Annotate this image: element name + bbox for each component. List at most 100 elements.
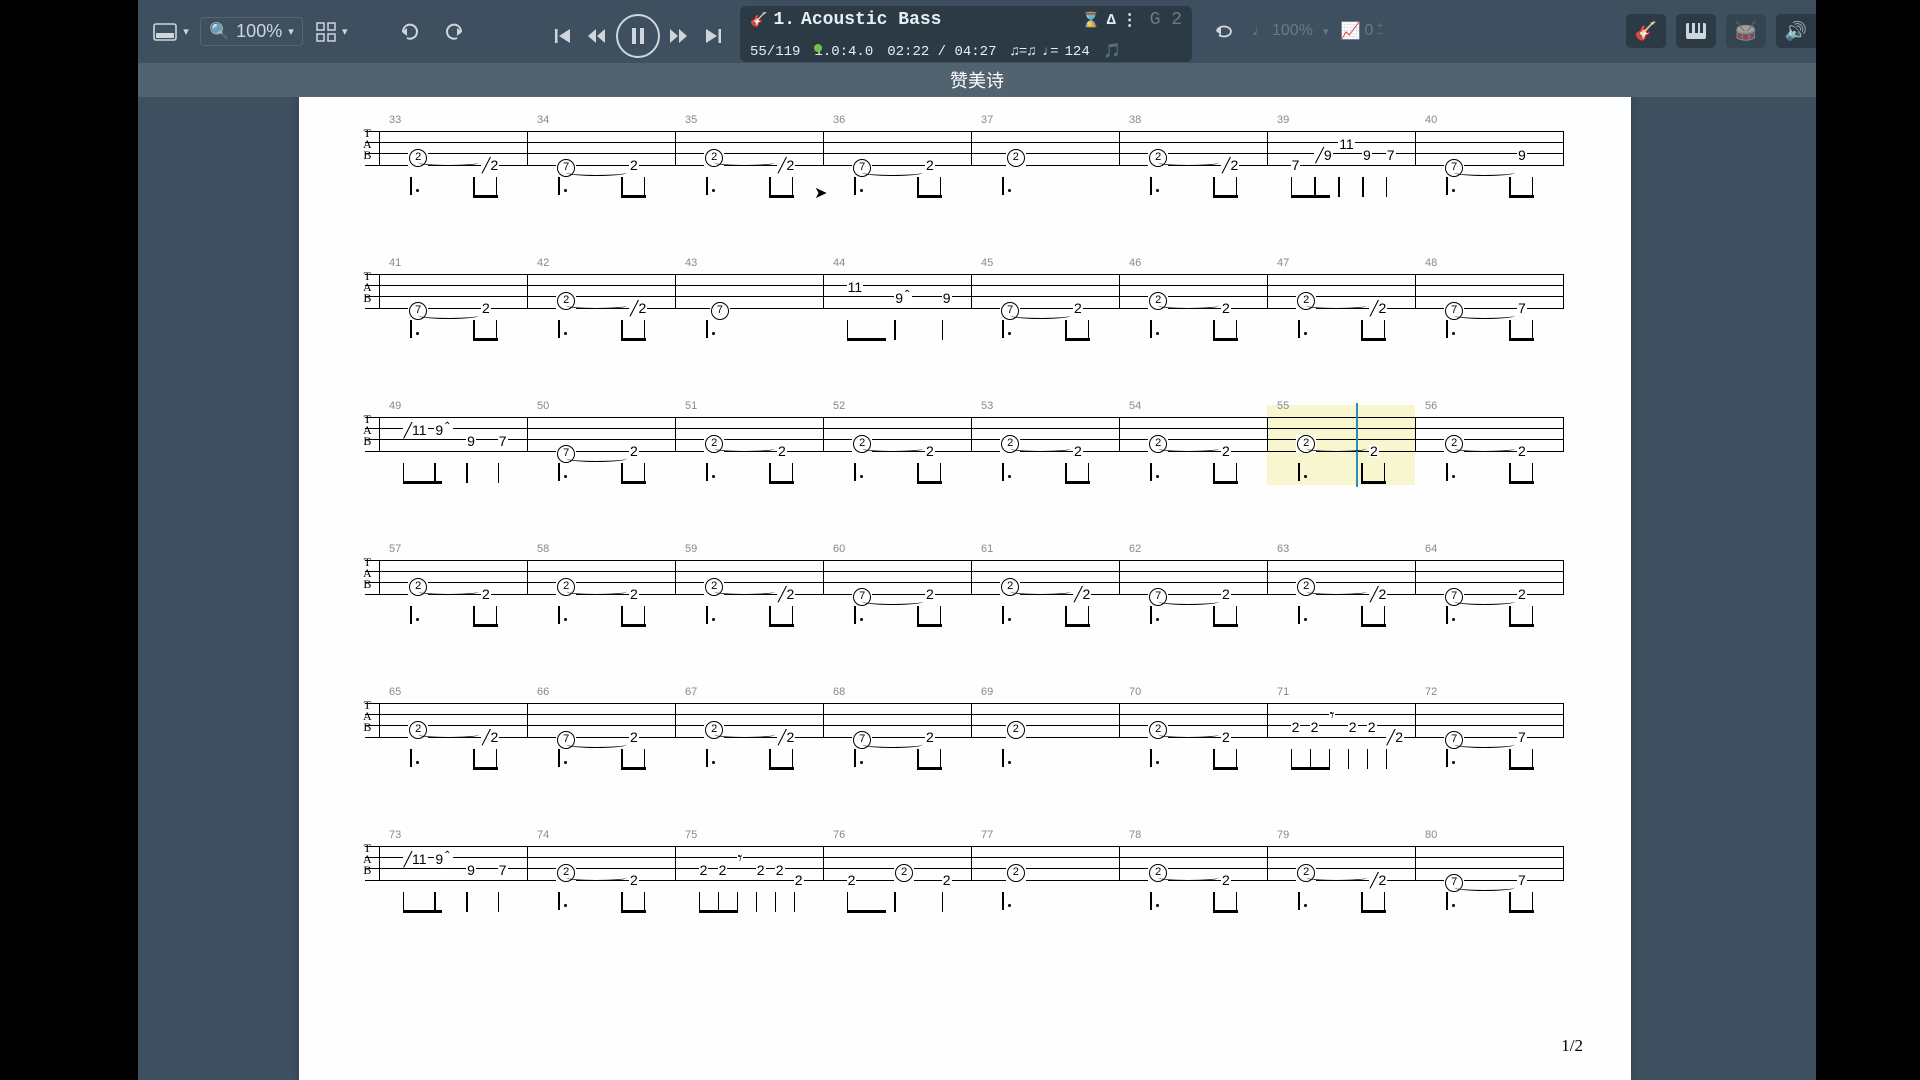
tab-note[interactable]: ╱11 <box>403 853 428 865</box>
tab-note[interactable]: 9 <box>466 864 476 876</box>
tab-note[interactable]: ╱2 <box>1369 874 1387 886</box>
tab-note[interactable]: 2 <box>1221 445 1231 457</box>
sheet-area[interactable]: ➤ 1/2 TAB332╱23472352╱23672372382╱2397╱9… <box>138 97 1816 1080</box>
tab-note[interactable]: 11 <box>1338 138 1355 150</box>
countin-icon[interactable]: ⌛ <box>1082 11 1101 30</box>
tab-note[interactable]: 7 <box>498 435 508 447</box>
pause-button[interactable] <box>616 14 660 58</box>
tab-note[interactable]: 9 <box>1362 149 1372 161</box>
skip-end-button[interactable] <box>698 21 728 51</box>
drums-button[interactable]: 🥁 <box>1726 14 1766 48</box>
staff-system: TAB4172422╱243744119⌃945724622472╱24877 <box>365 274 1563 309</box>
tuning-fork-icon[interactable]: 🎵 <box>1104 43 1121 60</box>
grid-button[interactable]: ▾ <box>317 17 347 47</box>
tab-note[interactable]: 7 <box>1517 302 1527 314</box>
tab-note[interactable]: 2 <box>1291 721 1301 733</box>
tab-note[interactable]: 2 <box>925 445 935 457</box>
loop-button[interactable] <box>1210 16 1240 46</box>
tab-note[interactable]: 9 <box>1517 149 1527 161</box>
tab-note[interactable]: 9⌃ <box>434 424 452 439</box>
tab-note[interactable]: ╱2 <box>777 588 795 600</box>
tab-note[interactable]: 9⌃ <box>434 853 452 868</box>
tab-note[interactable]: ╱11 <box>403 424 428 436</box>
tab-clef: TAB <box>363 557 372 590</box>
tab-note[interactable]: ╱2 <box>1369 302 1387 314</box>
tab-note[interactable]: 2 <box>629 731 639 743</box>
keyboard-button[interactable] <box>1676 14 1716 48</box>
fretboard-button[interactable]: 🎸 <box>1626 14 1666 48</box>
measure-number: 35 <box>685 114 697 126</box>
tab-note[interactable]: ╱2 <box>1073 588 1091 600</box>
tab-note[interactable]: 7 <box>1291 159 1301 171</box>
tab-note[interactable]: 2 <box>847 874 857 886</box>
zoom-control[interactable]: 🔍100%▾ <box>200 17 303 46</box>
tab-note[interactable]: 2 <box>1221 874 1231 886</box>
tab-note[interactable]: ╱9 <box>1314 149 1332 161</box>
transpose-control[interactable]: 📈0+− <box>1340 21 1383 41</box>
tab-note[interactable]: 2 <box>1348 721 1358 733</box>
tab-note[interactable]: 9⌃ <box>894 292 912 307</box>
tab-note[interactable]: 2 <box>629 874 639 886</box>
tab-note[interactable]: 2 <box>1369 445 1379 457</box>
tab-note[interactable]: 7 <box>710 302 730 320</box>
tab-note[interactable]: ╱2 <box>1369 588 1387 600</box>
measure-number: 54 <box>1129 400 1141 412</box>
rewind-button[interactable] <box>582 21 612 51</box>
tab-note[interactable]: 2 <box>1221 302 1231 314</box>
tab-note[interactable]: ╱2 <box>629 302 647 314</box>
tab-note[interactable]: 2 <box>629 445 639 457</box>
tab-note[interactable]: 2 <box>718 864 728 876</box>
tab-note[interactable]: 2 <box>481 588 491 600</box>
tab-note[interactable]: ╱2 <box>1221 159 1239 171</box>
tab-note[interactable]: 2 <box>1221 731 1231 743</box>
tab-note[interactable]: ╱2 <box>777 731 795 743</box>
tab-note[interactable]: 2 <box>756 864 766 876</box>
tab-note[interactable]: 2 <box>1517 588 1527 600</box>
tab-note[interactable]: 2 <box>1006 864 1026 882</box>
forward-button[interactable] <box>664 21 694 51</box>
redo-button[interactable] <box>439 17 469 47</box>
tab-note[interactable]: 2 <box>1310 721 1320 733</box>
tab-note[interactable]: ╱2 <box>481 159 499 171</box>
audio-button[interactable]: 🔊 <box>1776 14 1816 48</box>
tab-note[interactable]: 7 <box>1386 149 1396 161</box>
measure-number: 37 <box>981 114 993 126</box>
undo-button[interactable] <box>395 17 425 47</box>
tab-note[interactable]: 11 <box>847 281 864 293</box>
tab-note[interactable]: 2 <box>1073 302 1083 314</box>
tab-note[interactable]: ╱2 <box>1386 731 1404 743</box>
measure-number: 50 <box>537 400 549 412</box>
tab-note[interactable]: 2 <box>775 864 785 876</box>
skip-start-button[interactable] <box>548 21 578 51</box>
tab-note[interactable]: 2 <box>1006 721 1026 739</box>
tab-note[interactable]: 2 <box>794 874 804 886</box>
measure-number: 39 <box>1277 114 1289 126</box>
tab-note[interactable]: ╱2 <box>777 159 795 171</box>
tab-note[interactable]: 2 <box>629 159 639 171</box>
tab-note[interactable]: 2 <box>777 445 787 457</box>
tab-note[interactable]: 2 <box>894 864 914 882</box>
tab-note[interactable]: 2 <box>481 302 491 314</box>
tab-note[interactable]: 2 <box>1006 149 1026 167</box>
tab-note[interactable]: 2 <box>629 588 639 600</box>
measure-number: 62 <box>1129 543 1141 555</box>
tab-note[interactable]: 2 <box>925 731 935 743</box>
tab-note[interactable]: 2 <box>925 159 935 171</box>
tab-note[interactable]: 2 <box>699 864 709 876</box>
more-icon[interactable]: ⋮ <box>1122 10 1138 30</box>
tab-note[interactable]: 2 <box>1221 588 1231 600</box>
tab-note[interactable]: ╱2 <box>481 731 499 743</box>
tab-note[interactable]: 2 <box>925 588 935 600</box>
tab-note[interactable]: 2 <box>1367 721 1377 733</box>
tab-note[interactable]: 9 <box>466 435 476 447</box>
tab-note[interactable]: 9 <box>942 292 952 304</box>
tab-note[interactable]: 7 <box>1517 731 1527 743</box>
tab-note[interactable]: 2 <box>942 874 952 886</box>
metronome-icon[interactable]: ∆ <box>1107 12 1116 29</box>
tab-note[interactable]: 2 <box>1517 445 1527 457</box>
tab-note[interactable]: 7 <box>498 864 508 876</box>
speed-control[interactable]: ♩100%▾ <box>1252 22 1328 40</box>
tab-note[interactable]: 7 <box>1517 874 1527 886</box>
tab-note[interactable]: 2 <box>1073 445 1083 457</box>
layout-button[interactable]: ▾ <box>156 17 186 47</box>
